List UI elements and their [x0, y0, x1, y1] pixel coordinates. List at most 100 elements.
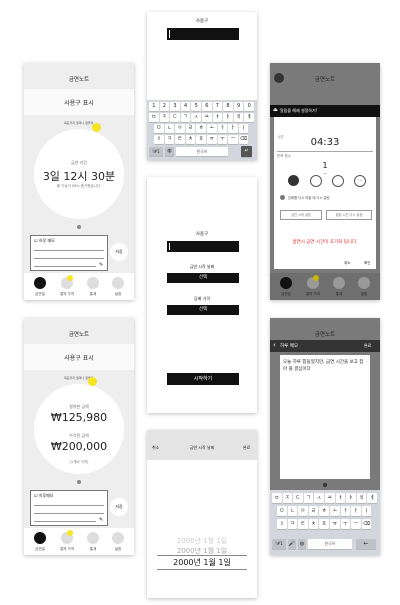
more-options-icon[interactable]: ⋯ — [354, 175, 366, 187]
nav-icon-days[interactable] — [280, 277, 292, 289]
keyboard-key[interactable]: 3 — [170, 102, 180, 111]
keyboard-key[interactable]: ㅛ — [202, 113, 212, 122]
memo-box[interactable]: ☑ 하루메모 ✎ — [30, 490, 108, 526]
time-value[interactable]: 04:33 — [274, 137, 376, 148]
keyboard-key[interactable]: ㄷ — [293, 493, 303, 503]
done-button[interactable]: 완료 — [243, 445, 250, 451]
keyboard-key[interactable]: ㅅ — [191, 113, 201, 122]
date-select-button[interactable]: 선택 — [167, 273, 239, 283]
keyboard-key[interactable]: ㅑ — [223, 113, 233, 122]
keyboard-key[interactable]: ㅇ — [175, 124, 185, 133]
keyboard-key[interactable]: ㄷ — [170, 113, 180, 122]
option-circle-selected[interactable] — [288, 175, 299, 186]
keyboard-key[interactable]: ㄹ — [308, 506, 319, 516]
keyboard-key[interactable]: ㅗ — [330, 506, 340, 516]
keyboard-key[interactable]: ㅋ — [164, 135, 175, 144]
keyboard-key[interactable]: ㅋ — [287, 519, 298, 529]
keyboard-key[interactable]: ㅅ — [314, 493, 324, 503]
keyboard-key[interactable]: ㅊ — [185, 135, 196, 144]
cancel-button[interactable]: 취소 — [152, 445, 159, 451]
nav-icon-stats[interactable] — [87, 277, 99, 289]
keyboard-key[interactable]: ㅇ — [298, 506, 308, 516]
nav-icon-days[interactable] — [34, 532, 46, 544]
keyboard-key[interactable]: ⇧ — [277, 519, 287, 529]
left-option-button[interactable]: 금연 시작 설정 — [280, 210, 322, 220]
nav-icon-days[interactable] — [34, 277, 46, 289]
keyboard-key[interactable]: ㅑ — [346, 493, 356, 503]
keyboard-key[interactable]: ㅣ — [238, 124, 249, 133]
right-option-button[interactable]: 알림 시간 다시 설정 — [326, 210, 372, 220]
keyboard-key[interactable]: ⌫ — [238, 135, 249, 144]
keyboard-key[interactable]: ㅠ — [207, 135, 217, 144]
keyboard-key[interactable]: ㅎ — [319, 506, 329, 516]
keyboard-key[interactable]: ㄴ — [287, 506, 298, 516]
save-button[interactable]: 저장 — [110, 498, 128, 516]
nav-icon-settings[interactable] — [358, 277, 370, 289]
keyboard-key[interactable]: ㅛ — [325, 493, 335, 503]
keyboard-key[interactable]: ㅣ — [361, 506, 372, 516]
nav-icon-stats[interactable] — [333, 277, 345, 289]
option-circle[interactable] — [332, 175, 344, 187]
keyboard-key[interactable]: 0 — [244, 102, 254, 111]
keyboard-key[interactable]: 7 — [212, 102, 223, 111]
keyboard-key[interactable]: 5 — [191, 102, 201, 111]
keyboard-key[interactable]: ㅈ — [159, 113, 170, 122]
user-input[interactable] — [167, 241, 239, 252]
keyboard-key[interactable]: ㅜ — [340, 519, 351, 529]
back-chevron-icon[interactable]: ‹ — [273, 341, 276, 349]
keyboard-key[interactable]: ⇧ — [154, 135, 164, 144]
cancel-button[interactable]: 취소 — [344, 261, 350, 266]
keyboard-key[interactable]: ㅂ — [149, 113, 159, 122]
enter-key[interactable]: ← — [356, 539, 376, 549]
keyboard-key[interactable]: ㅓ — [217, 124, 228, 133]
keyboard-key[interactable]: 1 — [149, 102, 159, 111]
wheel-item-selected[interactable]: 2000년 1월 1일 — [147, 557, 257, 568]
checkbox[interactable] — [280, 195, 285, 200]
username-input[interactable] — [167, 28, 239, 40]
keyboard-key[interactable]: ㅏ — [228, 124, 238, 133]
keyboard-key[interactable]: ㅠ — [330, 519, 340, 529]
keyboard-key[interactable]: 4 — [180, 102, 191, 111]
option-circle[interactable] — [310, 175, 322, 187]
space-key[interactable]: 한국어 — [308, 539, 352, 549]
keyboard-key[interactable]: ㅔ — [367, 493, 377, 503]
keyboard-key[interactable]: 9 — [233, 102, 244, 111]
keyboard-key[interactable]: ㅌ — [298, 519, 308, 529]
price-select-button[interactable]: 선택 — [167, 305, 239, 315]
start-button[interactable]: 시작하기 — [167, 373, 239, 385]
keyboard-key[interactable]: ㅡ — [228, 135, 238, 144]
keyboard-key[interactable]: 2 — [159, 102, 170, 111]
nav-icon-settings[interactable] — [112, 532, 124, 544]
keyboard-key[interactable]: ㄴ — [164, 124, 175, 133]
memo-text-area[interactable]: 오늘 하루 힘들었지만, 금연 시간을 보고 참아 볼 결심이다 — [280, 355, 370, 479]
pencil-icon[interactable]: ✎ — [99, 517, 103, 523]
symbols-key[interactable]: !#1 — [149, 147, 163, 156]
done-button[interactable]: 완료 — [364, 343, 371, 349]
keyboard-key[interactable]: ⌫ — [361, 519, 372, 529]
keyboard-key[interactable]: ㅓ — [340, 506, 351, 516]
keyboard-key[interactable]: ㅗ — [207, 124, 217, 133]
globe-icon[interactable]: ◍ — [165, 147, 174, 156]
keyboard-key[interactable]: ㅏ — [351, 506, 361, 516]
keyboard-key[interactable]: ㅕ — [212, 113, 223, 122]
ok-button[interactable]: 확인 — [364, 261, 370, 266]
save-button[interactable]: 저장 — [110, 243, 128, 261]
keyboard-key[interactable]: ㅡ — [351, 519, 361, 529]
nav-icon-stats[interactable] — [87, 532, 99, 544]
keyboard-key[interactable]: ㄱ — [180, 113, 191, 122]
keyboard-key[interactable]: ㅔ — [244, 113, 254, 122]
memo-box[interactable]: ☑ 하루 메모 ✎ — [30, 235, 108, 271]
enter-key[interactable]: ↵ — [241, 146, 252, 157]
space-key[interactable]: 한국어 — [176, 147, 228, 156]
keyboard-key[interactable]: ㅎ — [196, 124, 206, 133]
keyboard-key[interactable]: 6 — [202, 102, 212, 111]
keyboard-key[interactable]: 8 — [223, 102, 233, 111]
keyboard-key[interactable]: ㅕ — [335, 493, 346, 503]
keyboard-key[interactable]: ㄹ — [185, 124, 196, 133]
keyboard-key[interactable]: ㅜ — [217, 135, 228, 144]
keyboard-key[interactable]: ㄱ — [303, 493, 314, 503]
keyboard-key[interactable]: ㅁ — [277, 506, 287, 516]
symbols-key[interactable]: !#1 — [272, 539, 286, 549]
microphone-icon[interactable]: 🎤 — [288, 539, 296, 549]
keyboard-key[interactable]: ㅐ — [356, 493, 367, 503]
